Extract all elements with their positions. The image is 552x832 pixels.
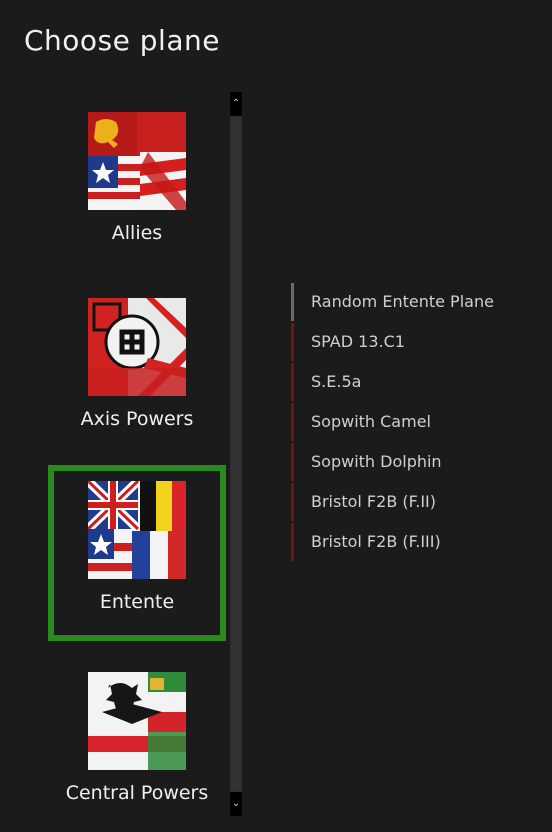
plane-item-bristol-f2b-f3[interactable]: Bristol F2B (F.III)	[291, 523, 541, 561]
faction-label: Axis Powers	[80, 408, 194, 430]
faction-allies[interactable]: Allies	[48, 96, 226, 272]
faction-scrollbar[interactable]: ⌃ ⌄	[230, 92, 242, 816]
chevron-down-icon[interactable]: ⌄	[230, 792, 242, 816]
entente-flag-icon	[88, 481, 186, 579]
faction-axis-powers[interactable]: Axis Powers	[48, 282, 226, 458]
faction-label: Central Powers	[65, 782, 209, 804]
faction-label: Allies	[111, 222, 163, 244]
plane-item-random[interactable]: Random Entente Plane	[291, 283, 541, 321]
central-powers-flag-icon	[88, 672, 186, 770]
axis-flag-icon	[88, 298, 186, 396]
faction-entente[interactable]: Entente	[48, 465, 226, 641]
faction-list: Allies Axis Powers Entente Central Power…	[48, 92, 228, 816]
plane-item-sopwith-camel[interactable]: Sopwith Camel	[291, 403, 541, 441]
allies-flag-icon	[88, 112, 186, 210]
plane-item-spad-13[interactable]: SPAD 13.C1	[291, 323, 541, 361]
faction-central-powers[interactable]: Central Powers	[48, 656, 226, 832]
plane-item-se5a[interactable]: S.E.5a	[291, 363, 541, 401]
scrollbar-thumb[interactable]	[232, 118, 240, 788]
plane-list: Random Entente Plane SPAD 13.C1 S.E.5a S…	[291, 283, 541, 563]
page-title: Choose plane	[24, 24, 220, 57]
plane-item-sopwith-dolphin[interactable]: Sopwith Dolphin	[291, 443, 541, 481]
plane-item-bristol-f2b-f2[interactable]: Bristol F2B (F.II)	[291, 483, 541, 521]
faction-label: Entente	[99, 591, 175, 613]
chevron-up-icon[interactable]: ⌃	[230, 92, 242, 116]
